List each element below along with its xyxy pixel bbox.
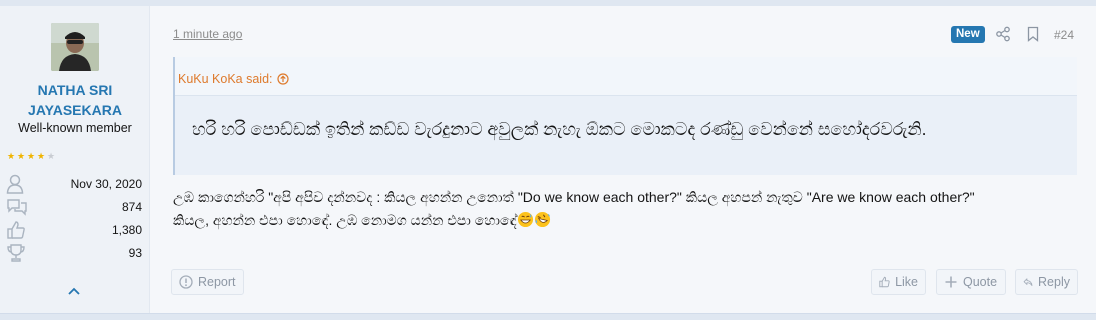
post-body: උඹ කාගෙන්හරි "අපි අපිව දන්නවද : කියල අහන… [173,186,1083,232]
thumbs-up-icon [7,221,25,239]
stat-points: 93 [6,243,144,263]
grinning-sweat-emoji-icon [517,211,533,228]
trophy-icon [7,244,25,262]
like-button[interactable]: Like [871,269,926,295]
chevron-up-icon[interactable] [66,284,82,298]
new-badge: New [951,26,985,43]
user-cell: NATHA SRI JAYASEKARA Well-known member ★… [0,6,150,314]
reply-label: Reply [1038,275,1070,289]
star-icon: ★ [27,151,36,161]
rofl-emoji-icon [534,211,550,228]
half-star-icon: ★ [47,151,56,161]
avatar-image [51,23,99,71]
post-body-line: උඹ කාගෙන්හරි "අපි අපිව දන්නවද : කියල අහන… [173,189,975,205]
quote-header: KuKu KoKa said: [175,57,1077,96]
stat-reactions-value: 1,380 [111,223,142,237]
star-icon: ★ [17,151,26,161]
username[interactable]: NATHA SRI JAYASEKARA [0,80,150,120]
bookmark-icon[interactable] [1026,26,1040,42]
stat-joined-value: Nov 30, 2020 [70,177,142,191]
post-body-line-2: කියල, අහන්න එපා හොඳේ. උඹ නොමග යන්න එපා හ… [173,209,1083,232]
report-label: Report [198,275,236,289]
stat-joined: Nov 30, 2020 [6,174,144,194]
quote-author[interactable]: KuKu KoKa said: [178,72,289,86]
messages-icon [7,199,27,216]
quote-author-label: KuKu KoKa said: [178,72,273,86]
stat-messages-value: 874 [121,200,142,214]
bottom-divider [0,314,1096,320]
arrow-up-circle-icon[interactable] [276,73,289,85]
quote-button[interactable]: Quote [936,269,1006,295]
reply-button[interactable]: Reply [1015,269,1078,295]
post-timestamp[interactable]: 1 minute ago [173,27,242,41]
rating-stars: ★ ★ ★ ★ ★ [7,151,56,161]
share-icon[interactable] [995,26,1011,42]
stat-reactions: 1,380 [6,220,144,240]
star-icon: ★ [7,151,16,161]
post-body-line-text: කියල, අහන්න එපා හොඳේ. උඹ නොමග යන්න එපා හ… [173,212,517,228]
report-button[interactable]: Report [171,269,244,295]
quote-block: KuKu KoKa said: හරි හරි පොඩ්ඩක් ඉතින් කඩ… [173,57,1077,175]
post-number[interactable]: #24 [1054,28,1074,42]
user-icon [6,174,24,194]
like-label: Like [895,275,918,289]
quote-label: Quote [963,275,998,289]
quote-text: හරි හරි පොඩ්ඩක් ඉතින් කඩ්ඩ වැරදුනාට අවුල… [192,119,927,139]
reply-icon [1023,278,1033,287]
user-title: Well-known member [18,121,132,135]
forum-post: NATHA SRI JAYASEKARA Well-known member ★… [0,6,1096,314]
plus-icon [945,276,957,288]
stat-points-value: 93 [128,246,142,260]
stat-messages: 874 [6,197,144,217]
star-icon: ★ [37,151,46,161]
thumbs-up-icon [879,276,890,288]
report-icon [179,275,193,289]
post-main: 1 minute ago New #24 KuKu KoKa said: හරි… [150,6,1096,314]
avatar[interactable] [51,23,99,71]
